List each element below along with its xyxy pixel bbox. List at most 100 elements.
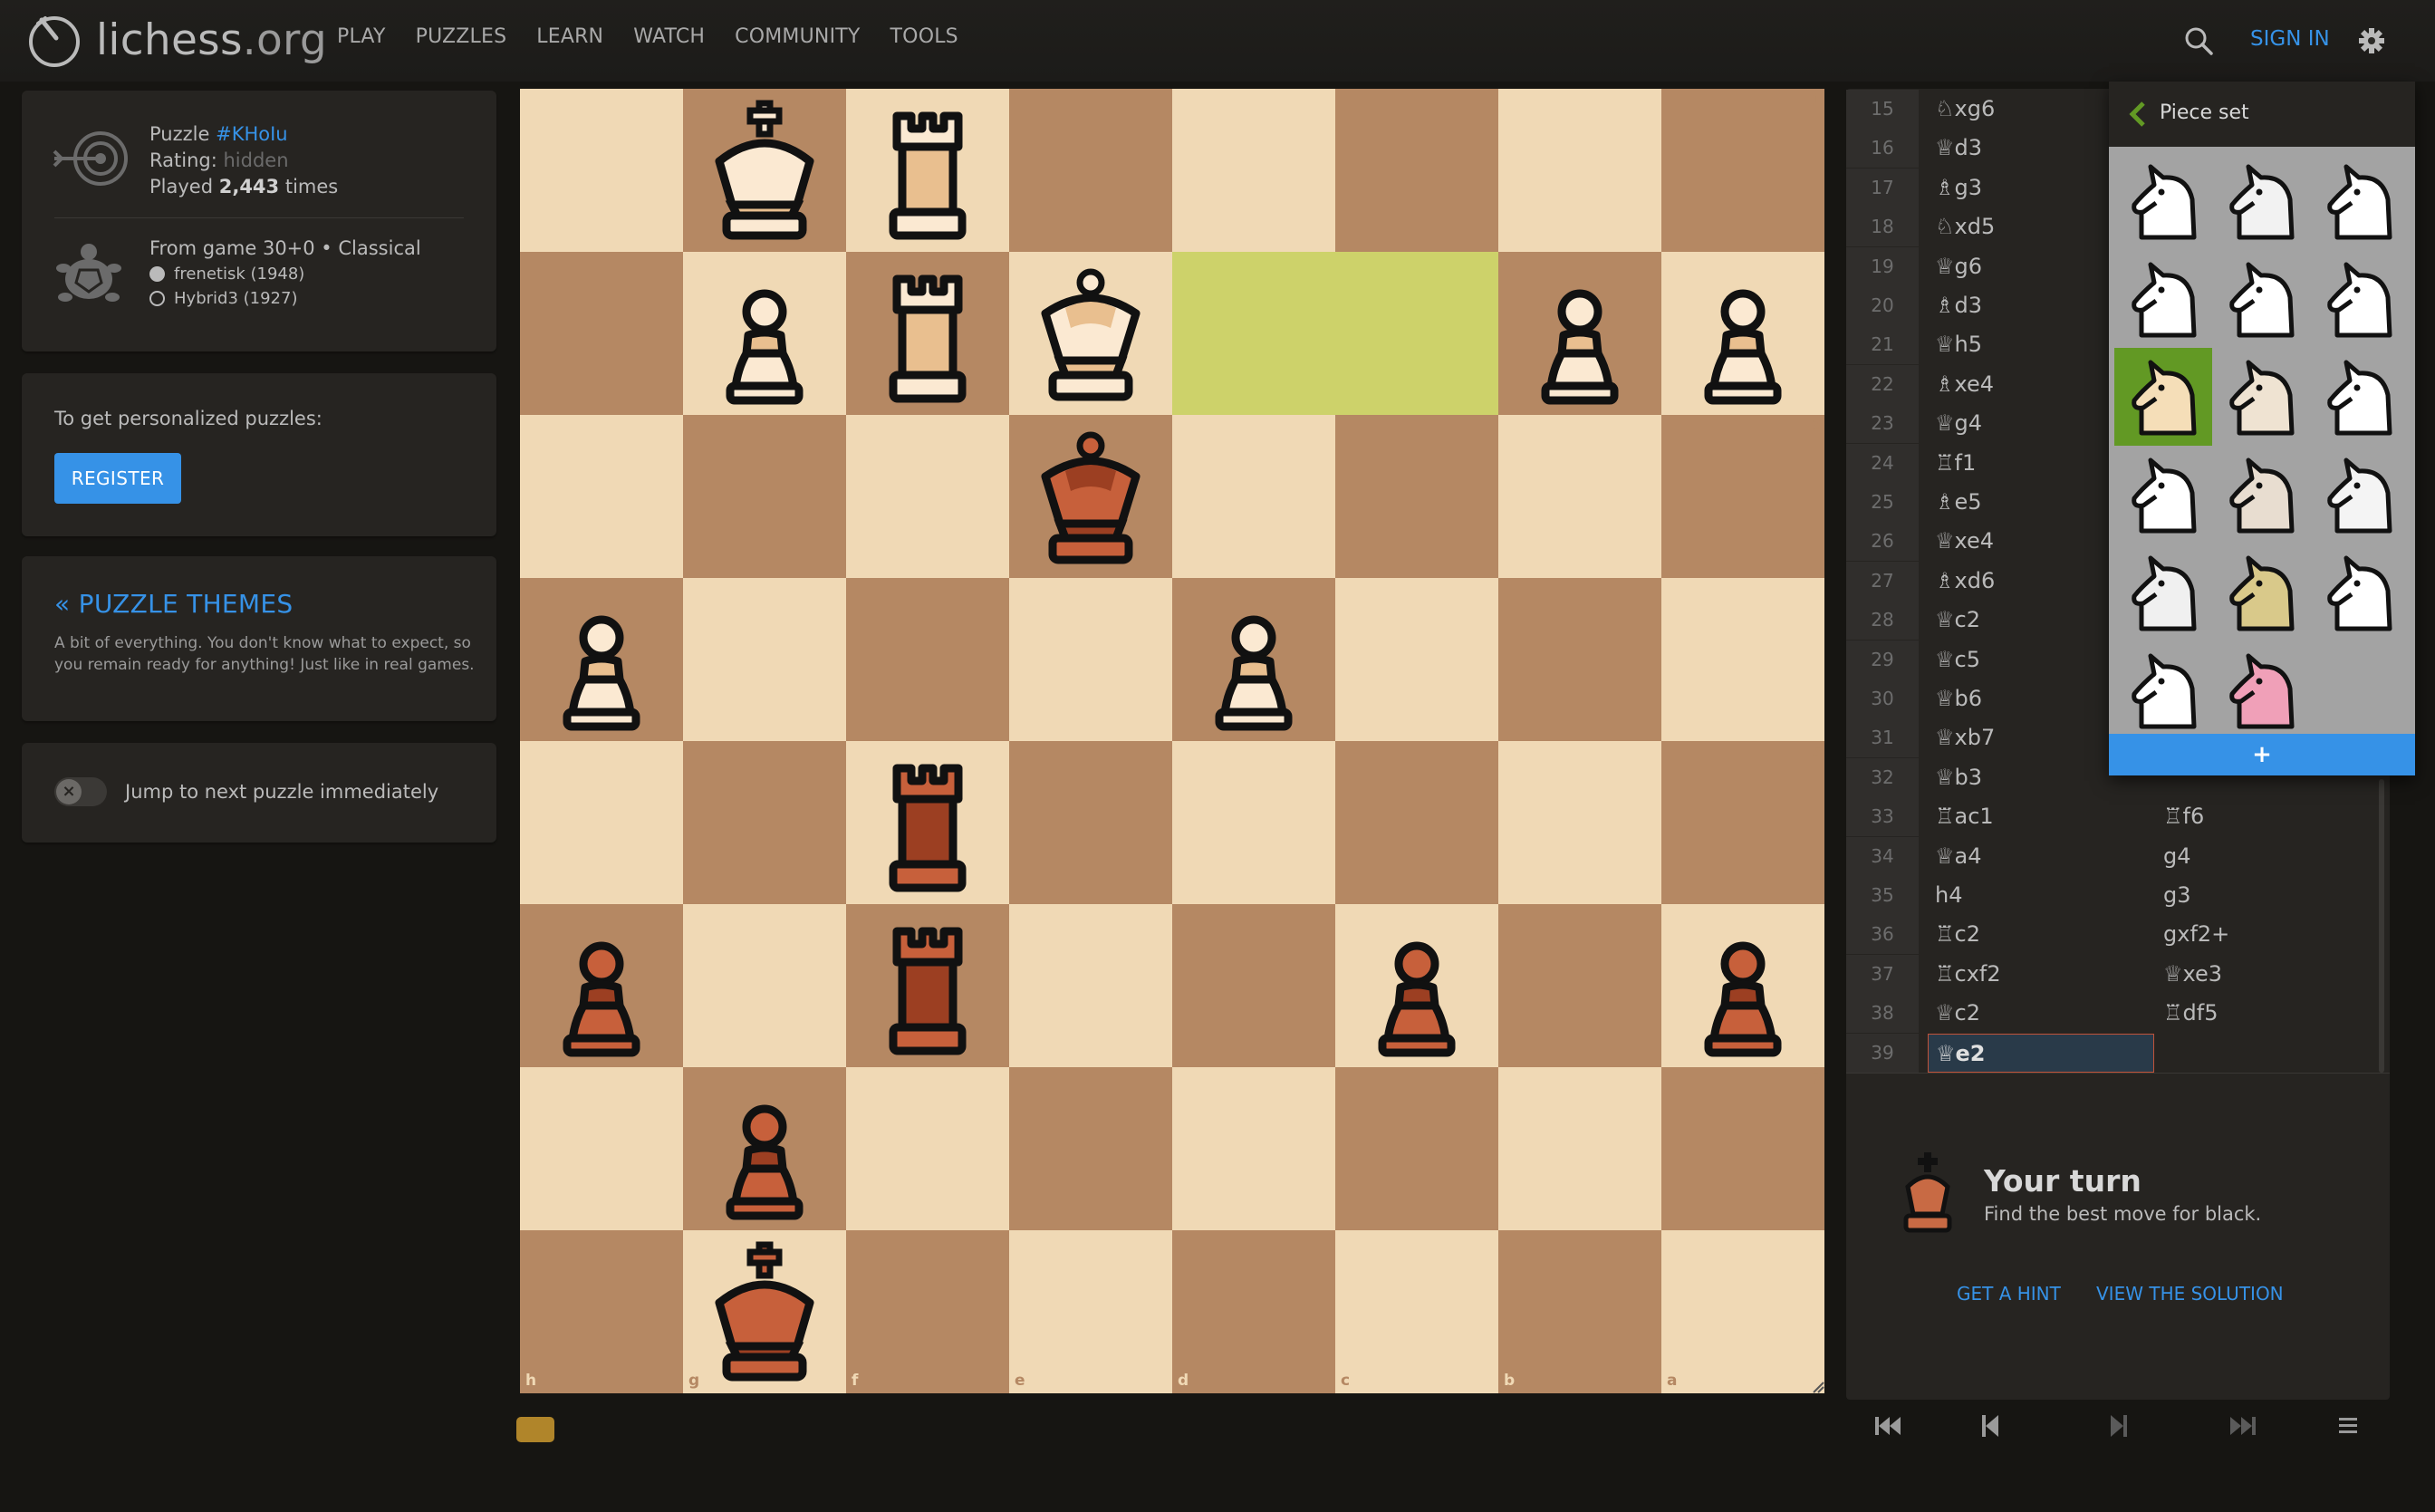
get-hint-button[interactable]: GET A HINT [1957,1283,2061,1305]
white-pawn-icon[interactable] [520,578,683,741]
black-move[interactable]: ♖df5 [2156,994,2382,1033]
site-logo[interactable]: lichess.org [25,11,327,69]
nav-puzzles[interactable]: PUZZLES [416,25,507,48]
square-a8[interactable] [1661,1230,1824,1393]
square-b3[interactable] [1498,415,1661,578]
black-move[interactable]: ♖f6 [2156,797,2382,836]
square-d5[interactable] [1172,741,1335,904]
piece-set-option[interactable] [2114,250,2212,348]
square-c1[interactable] [1335,89,1498,252]
black-player[interactable]: Hybrid3 (1927) [149,289,421,308]
square-b6[interactable] [1498,904,1661,1067]
square-f7[interactable] [846,1067,1009,1230]
white-move[interactable]: ♕e2 [1928,1033,2154,1073]
square-h3[interactable] [520,415,683,578]
piece-set-option[interactable] [2114,641,2212,739]
piece-set-option[interactable] [2310,250,2408,348]
square-b1[interactable] [1498,89,1661,252]
nav-community[interactable]: COMMUNITY [735,25,860,48]
white-pawn-icon[interactable] [683,252,846,415]
square-g4[interactable] [683,578,846,741]
square-d6[interactable] [1172,904,1335,1067]
black-move[interactable] [2156,1034,2382,1073]
white-pawn-icon[interactable] [1498,252,1661,415]
white-move[interactable]: ♖c2 [1928,915,2154,954]
piece-set-option[interactable] [2114,446,2212,544]
black-pawn-icon[interactable] [1661,904,1824,1067]
puzzle-id-link[interactable]: #KHoIu [216,123,288,145]
chevron-left-icon[interactable] [2127,100,2149,129]
piece-set-option[interactable] [2114,348,2212,446]
first-move-button[interactable] [1870,1410,1906,1442]
black-move[interactable]: g4 [2156,837,2382,876]
settings-button[interactable] [2352,22,2392,60]
jump-next-toggle[interactable]: × [54,777,107,806]
square-f3[interactable] [846,415,1009,578]
white-rook-icon[interactable] [846,252,1009,415]
white-player[interactable]: frenetisk (1948) [149,265,421,284]
square-g3[interactable] [683,415,846,578]
white-move[interactable]: ♖ac1 [1928,797,2154,836]
piece-set-option[interactable] [2212,446,2310,544]
move-list-scrollbar[interactable] [2379,779,2384,1073]
black-queen-icon[interactable] [1009,415,1172,578]
square-g6[interactable] [683,904,846,1067]
white-king-icon[interactable] [683,89,846,252]
square-a1[interactable] [1661,89,1824,252]
square-f8[interactable] [846,1230,1009,1393]
square-a3[interactable] [1661,415,1824,578]
register-button[interactable]: REGISTER [54,453,181,504]
square-c3[interactable] [1335,415,1498,578]
black-move[interactable]: gxf2+ [2156,915,2382,954]
next-move-button[interactable] [2100,1410,2136,1442]
square-e7[interactable] [1009,1067,1172,1230]
square-b5[interactable] [1498,741,1661,904]
chess-board[interactable]: 12345678hgfedcba [520,89,1824,1393]
black-pawn-icon[interactable] [520,904,683,1067]
square-d3[interactable] [1172,415,1335,578]
piece-set-option[interactable] [2114,544,2212,641]
puzzle-themes-link[interactable]: « PUZZLE THEMES [54,589,293,619]
square-b4[interactable] [1498,578,1661,741]
square-c2[interactable] [1335,252,1498,415]
square-e6[interactable] [1009,904,1172,1067]
square-h7[interactable] [520,1067,683,1230]
white-move[interactable]: h4 [1928,876,2154,915]
square-g5[interactable] [683,741,846,904]
piece-set-option[interactable] [2212,544,2310,641]
square-d8[interactable] [1172,1230,1335,1393]
square-c5[interactable] [1335,741,1498,904]
piece-set-option[interactable] [2212,152,2310,250]
black-move[interactable]: ♕xe3 [2156,955,2382,994]
piece-set-option[interactable] [2212,250,2310,348]
black-pawn-icon[interactable] [683,1067,846,1230]
voice-input-button[interactable] [516,1417,554,1442]
add-piece-set-button[interactable]: + [2109,734,2415,775]
piece-set-option[interactable] [2212,641,2310,739]
piece-set-option[interactable] [2212,348,2310,446]
nav-learn[interactable]: LEARN [536,25,603,48]
black-rook-icon[interactable] [846,741,1009,904]
piece-set-option[interactable] [2310,152,2408,250]
square-b8[interactable] [1498,1230,1661,1393]
square-e5[interactable] [1009,741,1172,904]
square-b7[interactable] [1498,1067,1661,1230]
white-pawn-icon[interactable] [1172,578,1335,741]
square-h1[interactable] [520,89,683,252]
search-button[interactable] [2183,25,2214,56]
piece-set-option[interactable] [2310,544,2408,641]
square-c4[interactable] [1335,578,1498,741]
white-move[interactable]: ♖cxf2 [1928,955,2154,994]
square-a4[interactable] [1661,578,1824,741]
square-a7[interactable] [1661,1067,1824,1230]
square-h2[interactable] [520,252,683,415]
square-a5[interactable] [1661,741,1824,904]
square-d2[interactable] [1172,252,1335,415]
piece-set-header[interactable]: Piece set [2109,82,2415,147]
square-e8[interactable] [1009,1230,1172,1393]
piece-set-option[interactable] [2310,446,2408,544]
board-resize-handle[interactable] [1812,1381,1824,1393]
square-h8[interactable] [520,1230,683,1393]
square-f4[interactable] [846,578,1009,741]
black-move[interactable]: g3 [2156,876,2382,915]
